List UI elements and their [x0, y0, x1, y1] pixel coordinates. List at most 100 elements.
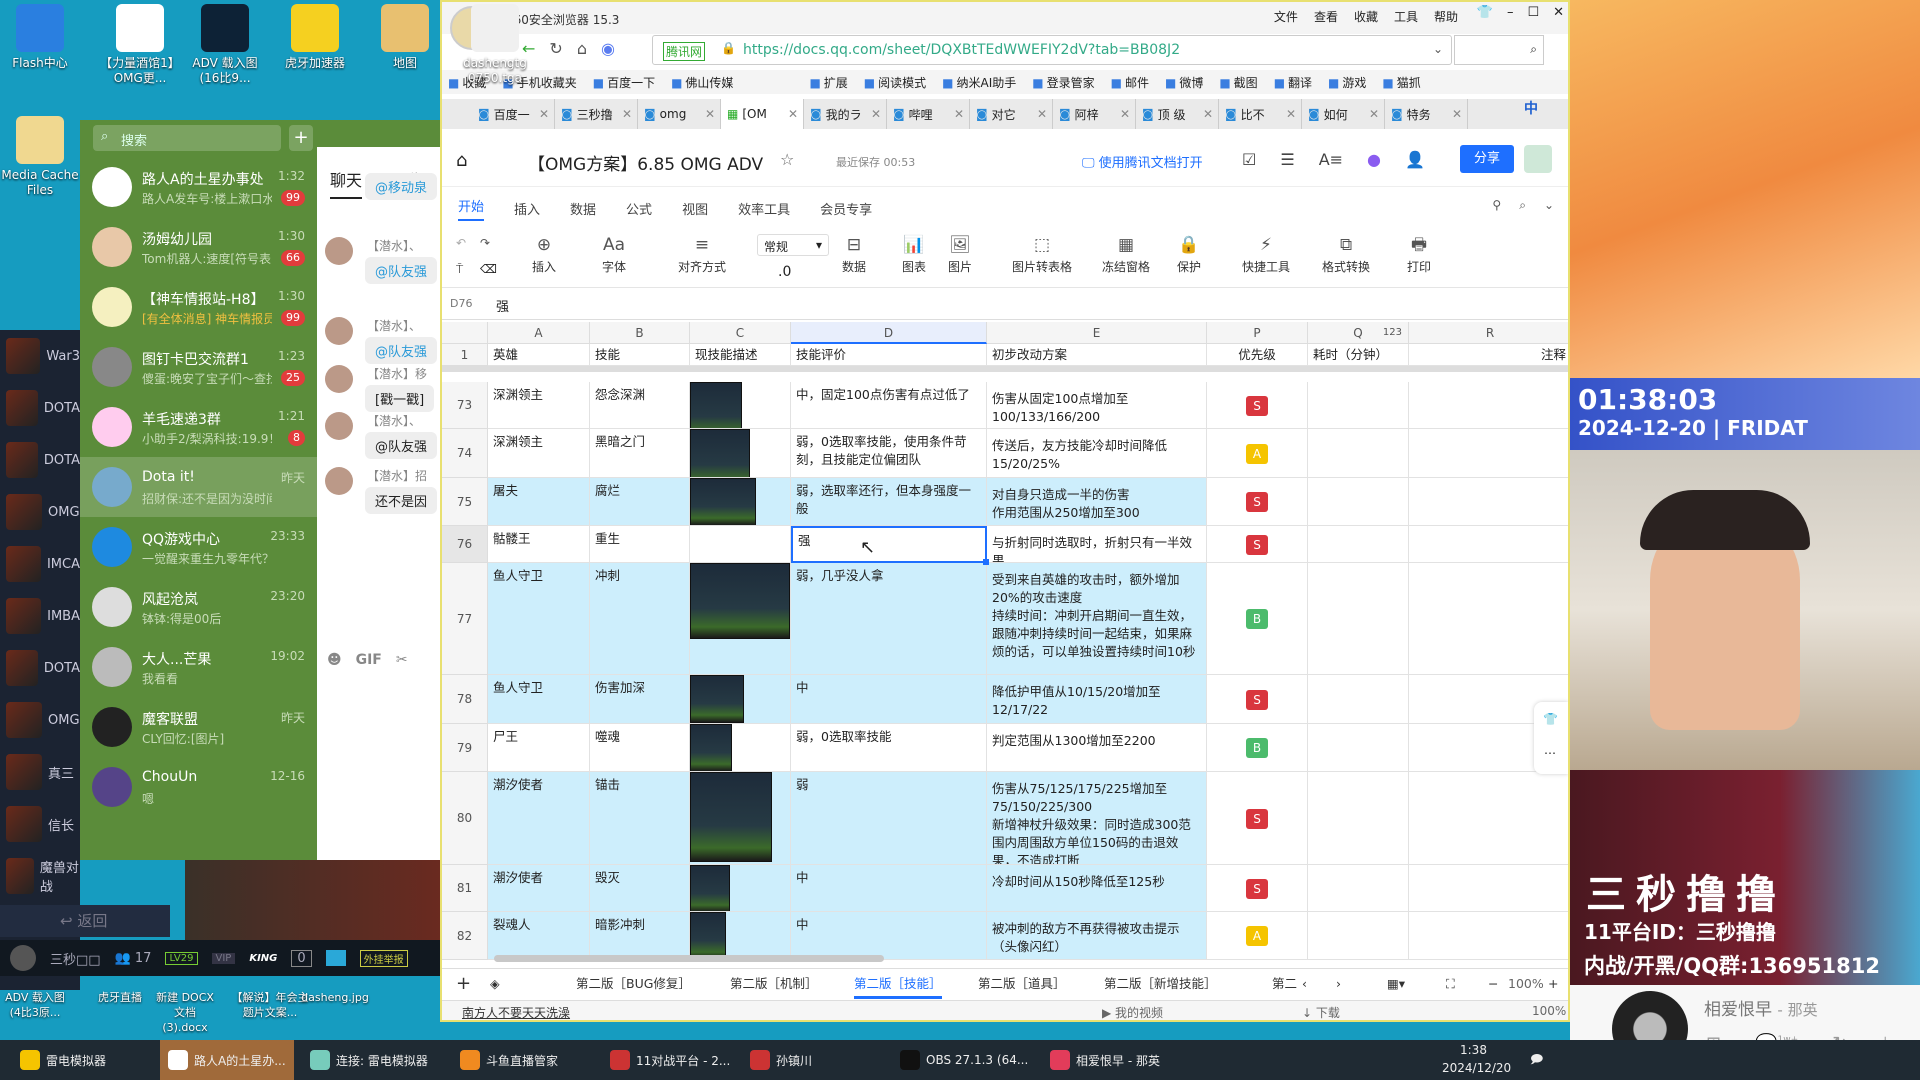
menu-4[interactable]: 帮助	[1434, 8, 1458, 25]
cell[interactable]	[690, 675, 791, 724]
conversation-item[interactable]: 魔客联盟 CLY回忆:[图片] 昨天	[80, 697, 317, 757]
header-cell[interactable]: 注释	[1409, 344, 1568, 366]
column-header[interactable]: P	[1207, 322, 1308, 344]
ai-assistant-icon[interactable]: ●	[1367, 150, 1381, 169]
sender-avatar[interactable]	[325, 412, 353, 440]
browser-tab[interactable]: ▦ [OM ✕	[721, 99, 804, 129]
menu-3[interactable]: 工具	[1394, 8, 1418, 25]
browser-tab[interactable]: ◙ 如何 ✕	[1302, 99, 1385, 129]
cell[interactable]	[1409, 526, 1568, 563]
cell[interactable]	[1308, 382, 1409, 429]
sender-avatar[interactable]	[325, 365, 353, 393]
cell[interactable]: B	[1207, 724, 1308, 772]
cell-fill-handle[interactable]	[983, 559, 989, 565]
star-icon[interactable]: ☆	[780, 150, 794, 169]
shirt-icon[interactable]: 👕	[1543, 712, 1558, 726]
user-avatar[interactable]	[1524, 145, 1552, 173]
taskbar-item[interactable]: 11对战平台 - 2...	[610, 1040, 730, 1080]
browser-tab[interactable]: ◙ 顶 级 ✕	[1136, 99, 1219, 129]
cell[interactable]: 传送后，友方技能冷却时间降低 15/20/25%	[987, 429, 1207, 478]
cell[interactable]: 深渊领主	[488, 429, 590, 478]
tab-close-icon[interactable]: ✕	[1369, 107, 1379, 121]
conversation-item[interactable]: 羊毛速递3群 小助手2/梨涡科技:19.9！ 1:21 8	[80, 397, 317, 457]
home-icon[interactable]: ⌂	[577, 39, 587, 58]
dropdown-icon[interactable]: ⌄	[1433, 42, 1443, 56]
cell[interactable]: 怨念深渊	[590, 382, 690, 429]
tab-close-icon[interactable]: ✕	[705, 107, 715, 121]
conversation-item[interactable]: QQ游戏中心 一觉醒来重生九零年代？ 23:33	[80, 517, 317, 577]
cell-reference[interactable]: D76	[450, 297, 472, 310]
tab-close-icon[interactable]: ✕	[1286, 107, 1296, 121]
desktop-icon[interactable]: 新建 DOCX 文档 (3).docx	[150, 990, 220, 1035]
formula-input[interactable]: 强	[496, 296, 509, 315]
zoom-out-icon[interactable]: −	[1488, 969, 1498, 999]
cell[interactable]: 弱，0选取率技能	[791, 724, 987, 772]
skin-icon[interactable]: 👕	[1477, 5, 1493, 20]
friends-count[interactable]: 👥 17	[115, 951, 152, 966]
column-header[interactable]: B	[590, 322, 690, 344]
decimal-stepper[interactable]: .0	[778, 264, 791, 280]
status-link[interactable]: 南方人不要天天洗澡	[462, 1004, 570, 1020]
cell[interactable]: 弱，选取率还行，但本身强度一般	[791, 478, 987, 526]
browser-tab[interactable]: ◙ 比不 ✕	[1219, 99, 1302, 129]
sheet-tab[interactable]: 第二版［技能］	[854, 969, 942, 999]
cell[interactable]: 锚击	[590, 772, 690, 865]
cell[interactable]: A	[1207, 912, 1308, 960]
desktop-icon[interactable]: 虎牙加速器	[275, 0, 355, 71]
header-cell[interactable]: 英雄	[488, 344, 590, 366]
cell[interactable]	[1308, 526, 1409, 563]
tab-close-icon[interactable]: ✕	[954, 107, 964, 121]
ribbon-tab[interactable]: 数据	[570, 199, 596, 218]
browser-tab[interactable]: ◙ 对它 ✕	[970, 99, 1053, 129]
desktop-icon[interactable]: ADV 载入图(16比9...	[185, 0, 265, 86]
header-cell[interactable]: 初步改动方案	[987, 344, 1207, 366]
ribbon-tab[interactable]: 效率工具	[738, 199, 790, 218]
taskbar-time[interactable]: 1:38	[1460, 1043, 1487, 1057]
collapse-icon[interactable]: ⌄	[1544, 198, 1554, 213]
add-sheet-button[interactable]: +	[456, 969, 471, 999]
column-header[interactable]: A	[488, 322, 590, 344]
desktop-icon[interactable]: 虎牙直播	[85, 990, 155, 1005]
zoom-in-icon[interactable]: +	[1548, 969, 1558, 999]
desktop-icon[interactable]: 地图	[365, 0, 445, 71]
game-list-item[interactable]: 信长	[0, 798, 80, 850]
user-avatar[interactable]	[10, 945, 36, 971]
game-list-item[interactable]: OMG	[0, 486, 80, 538]
cell[interactable]	[1308, 675, 1409, 724]
cell[interactable]: 毁灭	[590, 865, 690, 912]
cell[interactable]: 受到来自英雄的攻击时，额外增加20%的攻击速度 持续时间：冲刺开启期间一直生效，…	[987, 563, 1207, 675]
game-list-item[interactable]: DOTA	[0, 642, 80, 694]
cell[interactable]: 中	[791, 912, 987, 960]
conversation-item[interactable]: 图钉卡巴交流群1 傻蛋:晚安了宝子们～查找 1:23 25	[80, 337, 317, 397]
menu-2[interactable]: 收藏	[1354, 8, 1378, 25]
bookmark-item[interactable]: ■ 百度一下	[593, 74, 655, 91]
cell[interactable]: S	[1207, 382, 1308, 429]
conversation-item[interactable]: Dota it! 招财保:还不是因为没时间 昨天	[80, 457, 317, 517]
cell[interactable]: 与折射同时选取时，折射只有一半效果	[987, 526, 1207, 563]
header-cell[interactable]: 现技能描述	[690, 344, 791, 366]
cell[interactable]: 黑暗之门	[590, 429, 690, 478]
cell[interactable]: 冷却时间从150秒降低至125秒	[987, 865, 1207, 912]
cell[interactable]: 尸王	[488, 724, 590, 772]
cell[interactable]: S	[1207, 526, 1308, 563]
search-box[interactable]: ⌕	[1454, 35, 1544, 65]
cell[interactable]: 暗影冲刺	[590, 912, 690, 960]
sheet-list-icon[interactable]: ◈	[490, 969, 500, 999]
cell[interactable]	[1308, 912, 1409, 960]
cell[interactable]: 对自身只造成一半的伤害 作用范围从250增加至300	[987, 478, 1207, 526]
header-cell[interactable]: 技能评价	[791, 344, 987, 366]
taskbar-item[interactable]: 路人A的土星办...	[160, 1040, 294, 1080]
cell[interactable]	[690, 724, 791, 772]
game-list-item[interactable]: IMCA	[0, 538, 80, 590]
ribbon-tab[interactable]: 会员专享	[820, 199, 872, 218]
taskbar-item[interactable]: 相爱恨早 - 那英	[1050, 1040, 1160, 1080]
column-header[interactable]: Q 123	[1308, 322, 1409, 344]
prev-sheet-icon[interactable]: ‹	[1302, 969, 1307, 999]
cell[interactable]	[690, 382, 791, 429]
bookmark-item[interactable]: ■ 登录管家	[1032, 74, 1094, 91]
clear-format-icon[interactable]: ⌫	[480, 262, 497, 276]
cell[interactable]: 潮汐使者	[488, 865, 590, 912]
cell[interactable]: 潮汐使者	[488, 772, 590, 865]
game-list-item[interactable]: 魔兽对战	[0, 850, 80, 902]
cell[interactable]	[1409, 912, 1568, 960]
